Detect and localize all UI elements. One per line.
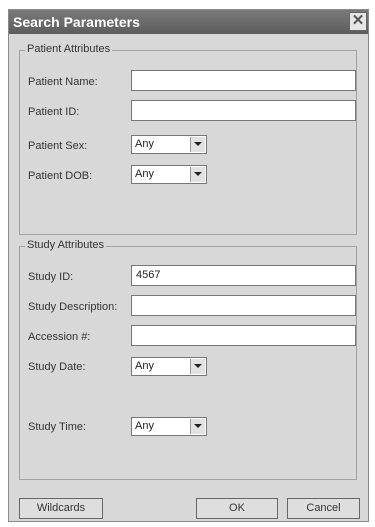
patient-name-label: Patient Name: xyxy=(28,76,98,88)
study-id-label: Study ID: xyxy=(28,271,74,283)
wildcards-button[interactable]: Wildcards xyxy=(19,498,103,519)
patient-dob-value: Any xyxy=(135,168,154,180)
chevron-down-icon[interactable] xyxy=(190,167,205,182)
study-description-field[interactable] xyxy=(131,295,356,316)
study-date-label: Study Date: xyxy=(28,361,86,373)
study-time-select[interactable]: Any xyxy=(131,417,207,436)
study-attributes-group: Study Attributes Study ID: 4567 Study De… xyxy=(19,239,357,480)
close-button[interactable]: ✕ xyxy=(349,12,367,31)
patient-id-label: Patient ID: xyxy=(28,106,80,118)
study-date-value: Any xyxy=(135,360,154,372)
chevron-down-icon[interactable] xyxy=(190,419,205,434)
patient-sex-select[interactable]: Any xyxy=(131,135,207,154)
patient-dob-select[interactable]: Any xyxy=(131,165,207,184)
study-date-select[interactable]: Any xyxy=(131,357,207,376)
patient-sex-value: Any xyxy=(135,138,154,150)
accession-field[interactable] xyxy=(131,325,356,346)
search-parameters-dialog: Search Parameters ✕ Patient Attributes P… xyxy=(8,9,369,522)
study-description-label: Study Description: xyxy=(28,301,118,313)
patient-sex-label: Patient Sex: xyxy=(28,140,88,152)
chevron-down-icon[interactable] xyxy=(190,359,205,374)
patient-name-field[interactable] xyxy=(131,70,356,91)
study-time-value: Any xyxy=(135,420,154,432)
patient-dob-label: Patient DOB: xyxy=(28,170,93,182)
study-time-label: Study Time: xyxy=(28,421,87,433)
study-attributes-title: Study Attributes xyxy=(25,239,107,251)
study-id-field[interactable]: 4567 xyxy=(131,265,356,286)
cancel-button[interactable]: Cancel xyxy=(287,498,360,519)
patient-id-field[interactable] xyxy=(131,100,356,121)
patient-attributes-group: Patient Attributes Patient Name: Patient… xyxy=(19,43,357,235)
title-bar: Search Parameters ✕ xyxy=(9,10,368,34)
accession-label: Accession #: xyxy=(28,331,91,343)
close-icon: ✕ xyxy=(351,12,365,29)
chevron-down-icon[interactable] xyxy=(190,137,205,152)
ok-button[interactable]: OK xyxy=(196,498,278,519)
dialog-title: Search Parameters xyxy=(13,14,140,30)
patient-attributes-title: Patient Attributes xyxy=(25,43,113,55)
